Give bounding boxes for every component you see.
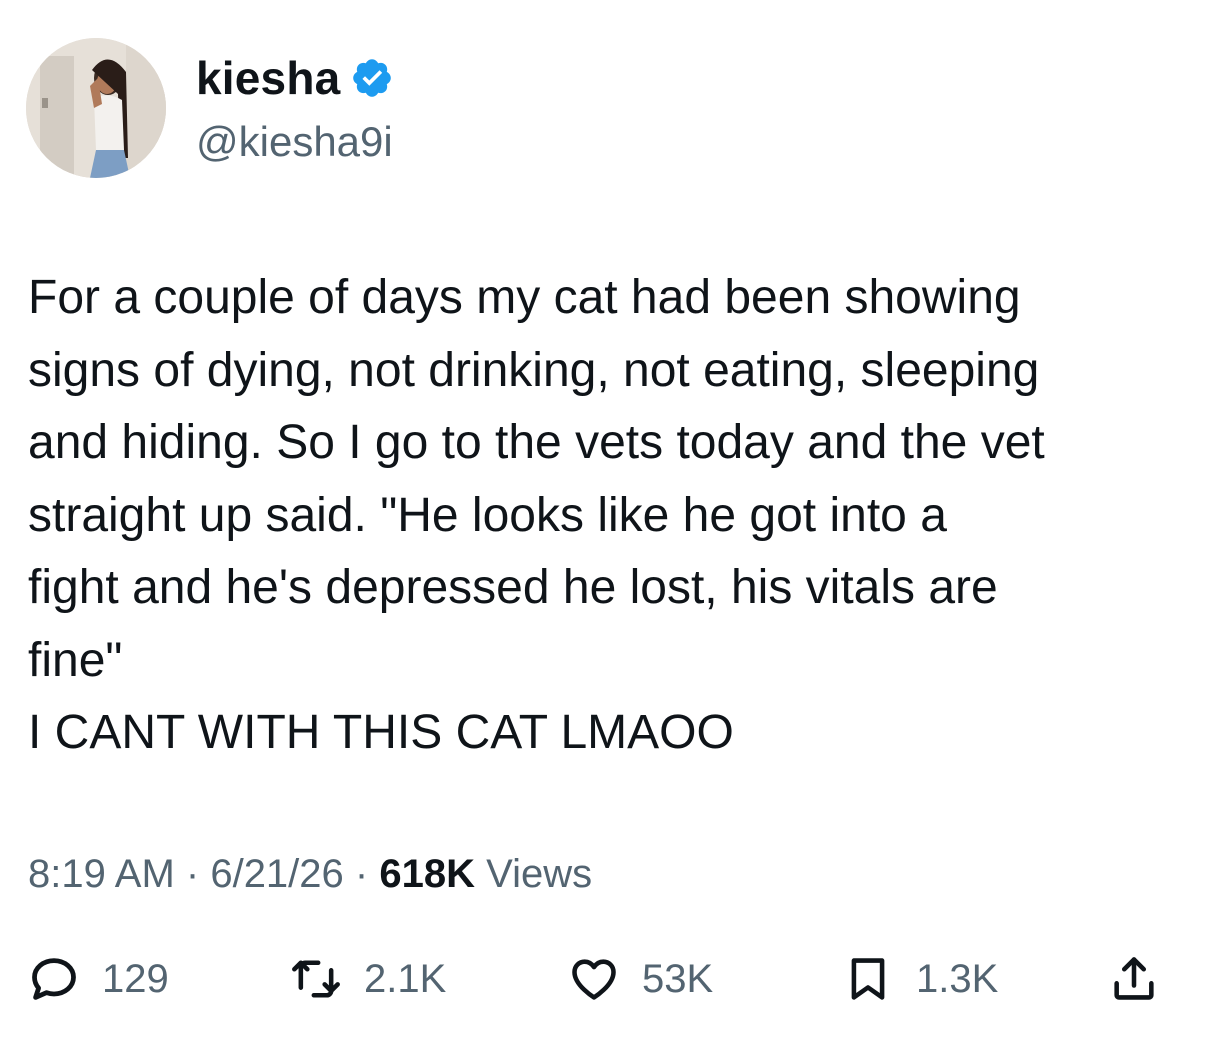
avatar-photo bbox=[26, 38, 166, 178]
bookmark-count: 1.3K bbox=[916, 957, 999, 1001]
like-button[interactable]: 53K bbox=[568, 944, 713, 1014]
heart-icon bbox=[568, 953, 620, 1005]
tweet-text-line: For a couple of days my cat had been sho… bbox=[28, 271, 1021, 324]
tweet-time[interactable]: 8:19 AM bbox=[28, 852, 175, 896]
reply-count: 129 bbox=[102, 957, 169, 1001]
avatar[interactable] bbox=[26, 38, 166, 178]
bookmark-icon bbox=[842, 953, 894, 1005]
tweet-card: kiesha @kiesha9i For a couple of days my… bbox=[0, 0, 1206, 1050]
meta-separator: · bbox=[185, 852, 211, 896]
tweet-date[interactable]: 6/21/26 bbox=[210, 852, 343, 896]
action-bar: 129 2.1K 53K 1.3K bbox=[0, 944, 1206, 1014]
tweet-text-line: and hiding. So I go to the vets today an… bbox=[28, 416, 1045, 469]
display-name[interactable]: kiesha bbox=[196, 50, 340, 106]
tweet-text-line: straight up said. "He looks like he got … bbox=[28, 488, 947, 542]
tweet-text: For a couple of days my cat had been sho… bbox=[28, 262, 1188, 770]
tweet-meta: 8:19 AM · 6/21/26 · 618K Views bbox=[28, 846, 592, 902]
retweet-button[interactable]: 2.1K bbox=[290, 944, 446, 1014]
author-name-row[interactable]: kiesha bbox=[196, 50, 394, 106]
meta-separator: · bbox=[354, 852, 380, 896]
share-icon bbox=[1108, 953, 1160, 1005]
verified-badge-icon bbox=[350, 56, 394, 100]
tweet-text-line: fight and he's depressed he lost, his vi… bbox=[28, 561, 998, 614]
views-count: 618K bbox=[379, 852, 487, 896]
retweet-icon bbox=[290, 953, 342, 1005]
tweet-text-line: fine" bbox=[28, 633, 123, 687]
author-handle[interactable]: @kiesha9i bbox=[196, 116, 393, 168]
reply-button[interactable]: 129 bbox=[28, 944, 169, 1014]
tweet-text-line: signs of dying, not drinking, not eating… bbox=[28, 343, 1040, 397]
retweet-count: 2.1K bbox=[364, 957, 447, 1001]
reply-icon bbox=[28, 953, 80, 1005]
views-label: Views bbox=[486, 852, 593, 896]
bookmark-button[interactable]: 1.3K bbox=[842, 944, 998, 1014]
tweet-text-line: I CANT WITH THIS CAT LMAOO bbox=[28, 706, 734, 759]
share-button[interactable] bbox=[1108, 944, 1160, 1014]
like-count: 53K bbox=[642, 957, 714, 1001]
